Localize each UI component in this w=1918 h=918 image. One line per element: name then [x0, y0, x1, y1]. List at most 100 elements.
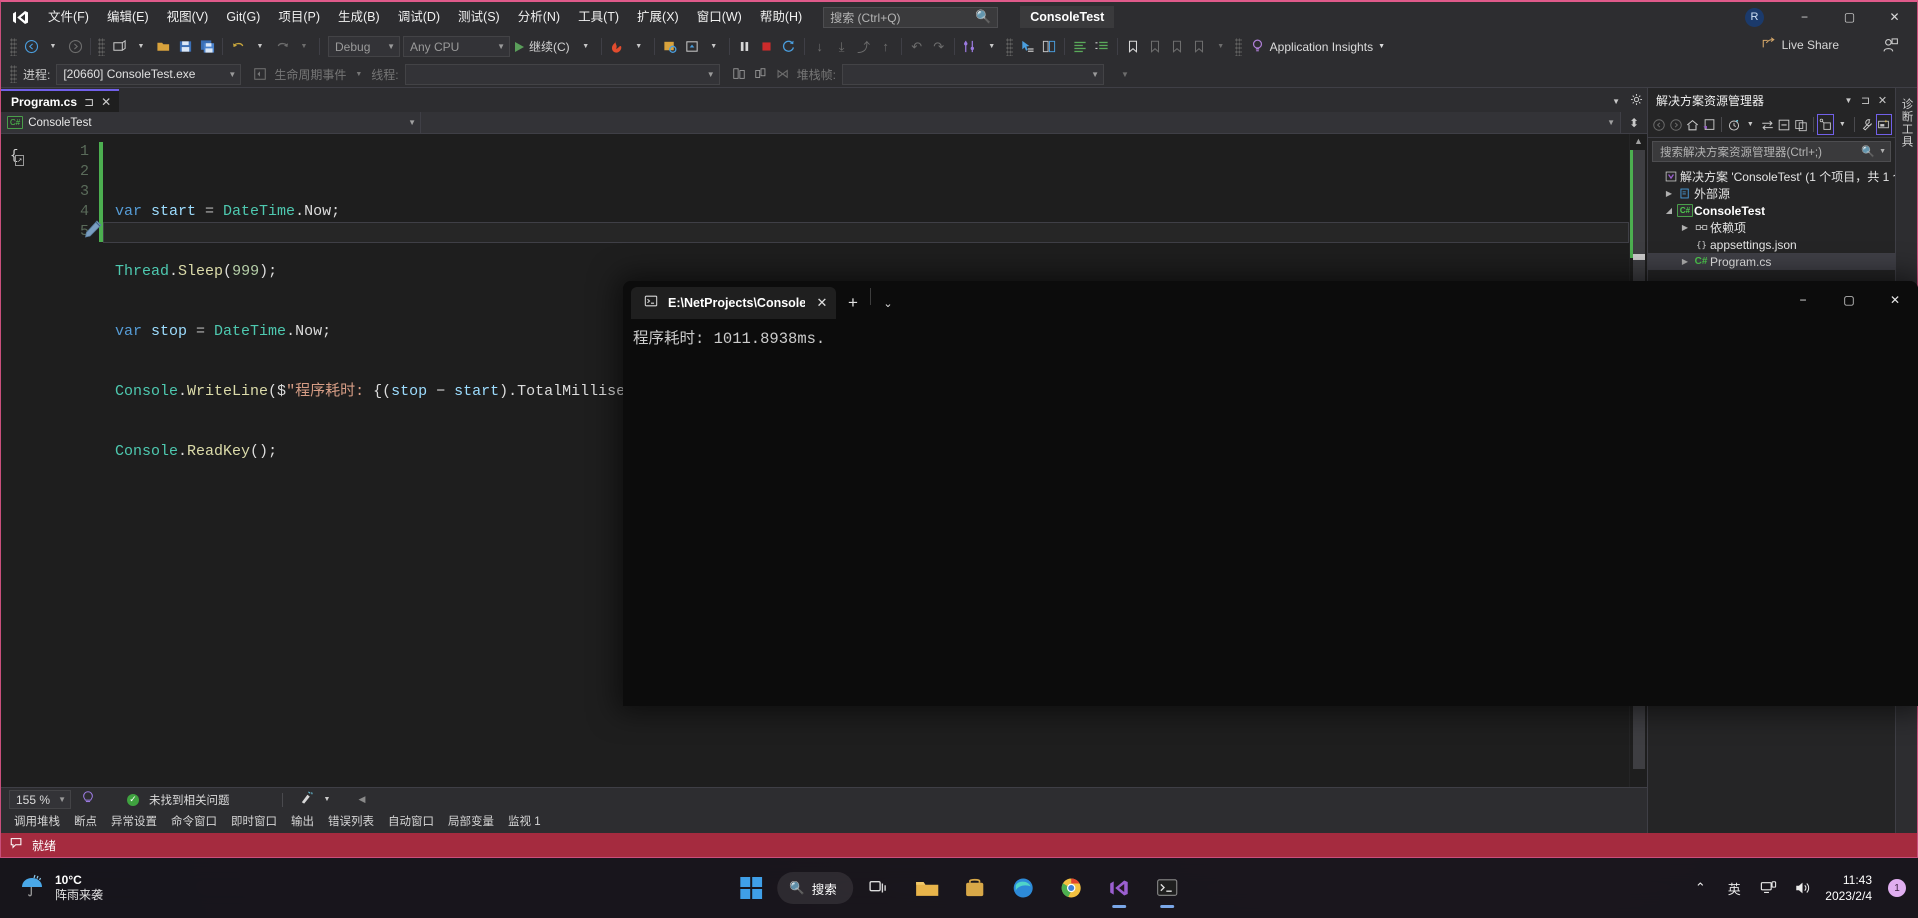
close-tab-icon-2[interactable]: ✕: [814, 295, 830, 311]
pin-icon[interactable]: ⊐: [84, 95, 94, 109]
menu-item-debug[interactable]: 调试(D): [389, 2, 449, 32]
menu-item-edit[interactable]: 编辑(E): [98, 2, 158, 32]
lifecycle-dropdown-icon[interactable]: ▼: [355, 71, 362, 78]
menu-item-test[interactable]: 测试(S): [449, 2, 509, 32]
status-collapse-icon[interactable]: ◀: [358, 794, 365, 805]
debug-target-dropdown-icon[interactable]: ▼: [703, 36, 725, 58]
menu-item-view[interactable]: 视图(V): [158, 2, 218, 32]
lifecycle-events-icon[interactable]: [249, 63, 271, 85]
debugbar-overflow-icon[interactable]: ▼: [1114, 63, 1136, 85]
hot-reload-icon[interactable]: [606, 36, 628, 58]
terminal-output-area[interactable]: 程序耗时: 1011.8938ms.: [623, 319, 1918, 706]
stop-debug-icon[interactable]: [756, 36, 778, 58]
dock-tab-command-window[interactable]: 命令窗口: [164, 811, 224, 833]
navigate-backward-dropdown-icon[interactable]: ▼: [42, 36, 64, 58]
show-hidden-icons-button[interactable]: ⌃: [1685, 868, 1715, 908]
menu-item-tools[interactable]: 工具(T): [569, 2, 628, 32]
dock-tab-breakpoints[interactable]: 断点: [67, 811, 104, 833]
menu-item-window[interactable]: 窗口(W): [688, 2, 751, 32]
previous-bookmark-icon[interactable]: [1144, 36, 1166, 58]
dock-tab-call-stack[interactable]: 调用堆栈: [7, 811, 67, 833]
new-project-dropdown-icon[interactable]: ▼: [130, 36, 152, 58]
new-project-icon[interactable]: [108, 36, 130, 58]
search-options-dropdown-icon[interactable]: ▼: [1879, 148, 1886, 155]
chrome-button[interactable]: [1049, 866, 1093, 910]
clear-bookmarks-icon[interactable]: [1188, 36, 1210, 58]
ime-indicator[interactable]: 英: [1719, 868, 1749, 908]
undo-icon[interactable]: [227, 36, 249, 58]
tree-item-dependencies[interactable]: ▶ 依赖项: [1648, 219, 1895, 236]
taskbar-weather-widget[interactable]: 10°C 阵雨来袭: [0, 872, 103, 905]
application-insights-button[interactable]: Application Insights ▼: [1250, 38, 1385, 56]
solution-explorer-search[interactable]: 搜索解决方案资源管理器(Ctrl+;) 🔍 ▼: [1652, 141, 1891, 162]
pending-changes-dropdown-icon[interactable]: ▼: [1743, 114, 1759, 135]
menu-item-git[interactable]: Git(G): [217, 2, 269, 32]
thread-combo[interactable]: ▼: [404, 63, 720, 85]
toolbar-grip-icon-4[interactable]: [1234, 37, 1242, 56]
scope-combo[interactable]: C# ConsoleTest ▼: [1, 112, 421, 133]
stack-frame-combo[interactable]: ▼: [841, 63, 1104, 85]
show-threads-icon[interactable]: [728, 63, 750, 85]
dock-tab-autos[interactable]: 自动窗口: [381, 811, 441, 833]
format-lines-icon[interactable]: [1069, 36, 1091, 58]
sln-back-icon[interactable]: [1651, 114, 1667, 135]
scrollbar-thumb[interactable]: [1633, 254, 1645, 260]
taskbar-clock[interactable]: 11:43 2023/2/4: [1821, 872, 1880, 904]
dock-tab-watch-1[interactable]: 监视 1: [501, 811, 548, 833]
toolbar-grip-icon-3[interactable]: [1005, 37, 1013, 56]
pointer-select-icon[interactable]: [1016, 36, 1038, 58]
expander-icon-expanded[interactable]: ◢: [1662, 206, 1676, 215]
properties-window-icon[interactable]: [1875, 114, 1892, 135]
live-share-button[interactable]: Live Share: [1761, 36, 1839, 53]
redo-dropdown-icon[interactable]: ▼: [293, 36, 315, 58]
restart-icon[interactable]: [778, 36, 800, 58]
toolbar-grip-icon[interactable]: [10, 37, 17, 56]
member-combo[interactable]: ▼: [421, 112, 1621, 133]
tree-item-solution[interactable]: 解决方案 'ConsoleTest' (1 个项目，共 1 个): [1648, 168, 1895, 185]
tree-item-appsettings-json[interactable]: {} appsettings.json: [1648, 236, 1895, 253]
edge-button[interactable]: [1001, 866, 1045, 910]
threads-dropdown-icon[interactable]: ▼: [981, 36, 1003, 58]
close-button[interactable]: ✕: [1872, 2, 1917, 32]
tree-item-program-cs[interactable]: ▶ C# Program.cs: [1648, 253, 1895, 270]
expander-icon-2[interactable]: ▶: [1678, 223, 1692, 232]
intellicode-icon[interactable]: [81, 790, 95, 809]
new-tab-button[interactable]: +: [836, 287, 870, 319]
build-configuration-combo[interactable]: Debug ▼: [328, 36, 400, 57]
properties-wrench-icon[interactable]: [1859, 114, 1875, 135]
sln-home-icon[interactable]: [1685, 114, 1701, 135]
zoom-combo[interactable]: 155 % ▼: [9, 790, 71, 809]
menu-item-help[interactable]: 帮助(H): [751, 2, 811, 32]
flag-threads-icon[interactable]: [750, 63, 772, 85]
terminal-maximize-button[interactable]: ▢: [1826, 281, 1872, 319]
menu-item-extensions[interactable]: 扩展(X): [628, 2, 688, 32]
expander-icon-3[interactable]: ▶: [1678, 257, 1692, 266]
toolbar-grip-icon-2[interactable]: [98, 37, 105, 56]
minimize-button[interactable]: −: [1782, 2, 1827, 32]
network-icon[interactable]: [1753, 868, 1783, 908]
threads-icon[interactable]: [959, 36, 981, 58]
tree-item-project-consoletest[interactable]: ◢ C# ConsoleTest: [1648, 202, 1895, 219]
dock-tab-exception-settings[interactable]: 异常设置: [104, 811, 164, 833]
step-over-icon[interactable]: ⤓: [831, 36, 853, 58]
pause-icon[interactable]: [734, 36, 756, 58]
show-all-files-icon[interactable]: [1793, 114, 1809, 135]
close-panel-icon[interactable]: ✕: [1874, 91, 1891, 109]
menu-item-build[interactable]: 生成(B): [329, 2, 389, 32]
file-explorer-button[interactable]: [905, 866, 949, 910]
taskbar-search-button[interactable]: 🔍 搜索: [777, 872, 853, 904]
code-cleanup-icon[interactable]: [299, 790, 314, 810]
sln-explorer-view-icon[interactable]: [1701, 114, 1717, 135]
next-bookmark-icon[interactable]: [1166, 36, 1188, 58]
continue-dropdown-icon[interactable]: ▼: [575, 36, 597, 58]
save-all-icon[interactable]: [196, 36, 218, 58]
undo-dropdown-icon[interactable]: ▼: [249, 36, 271, 58]
step-into-icon[interactable]: ↓: [809, 36, 831, 58]
dock-tab-error-list[interactable]: 错误列表: [321, 811, 381, 833]
menu-item-analyze[interactable]: 分析(N): [509, 2, 569, 32]
glyph-margin[interactable]: {↗: [1, 134, 43, 787]
step-up-icon[interactable]: ↑: [875, 36, 897, 58]
menu-item-project[interactable]: 项目(P): [269, 2, 329, 32]
bookmark-dropdown-icon[interactable]: ▼: [1210, 36, 1232, 58]
scroll-up-icon[interactable]: ▲: [1634, 136, 1643, 146]
